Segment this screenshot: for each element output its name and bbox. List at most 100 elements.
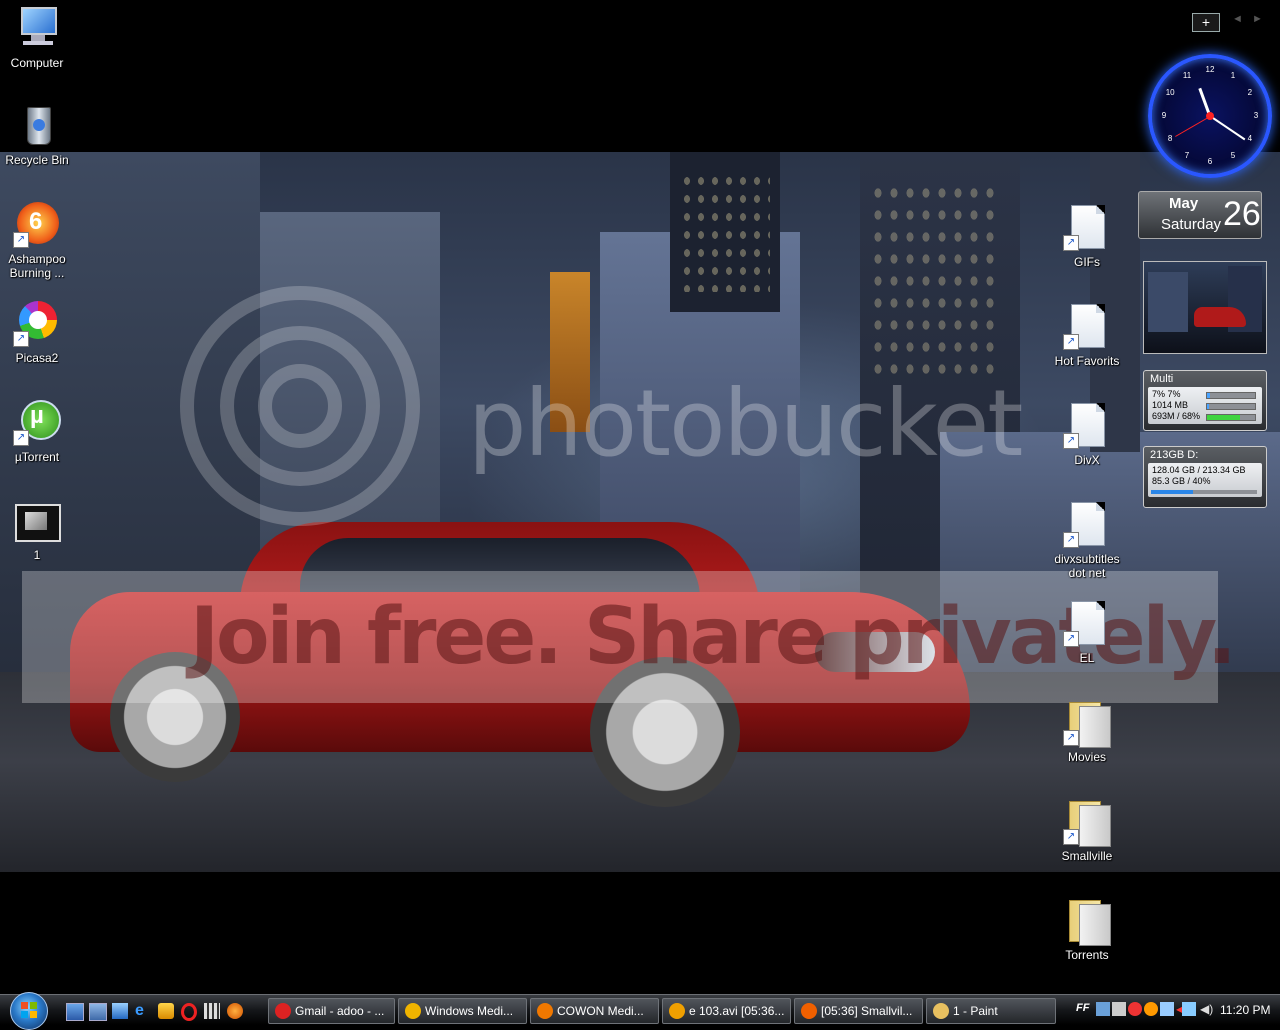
desktop-icon-gifs[interactable]: ↗ GIFs — [1047, 203, 1127, 269]
meter-mem-bar — [1206, 403, 1256, 410]
taskbar-task-button[interactable]: 1 - Paint — [926, 998, 1056, 1024]
chevron-left-icon[interactable]: ◄ — [1232, 13, 1243, 25]
wallpaper-windows — [870, 182, 1000, 382]
utorrent-glyph: µ — [30, 402, 44, 429]
clock-gadget[interactable]: 12 1 2 3 4 5 6 7 8 9 10 11 — [1148, 54, 1272, 178]
utorrent-icon: µ ↗ — [13, 398, 61, 446]
tray-app-icon[interactable] — [1144, 1002, 1158, 1016]
desktop-icon-divxsubtitles[interactable]: ↗ divxsubtitles dot net — [1047, 500, 1127, 580]
clock-number: 10 — [1165, 88, 1175, 97]
shortcut-arrow-icon: ↗ — [1063, 334, 1079, 350]
internet-explorer-icon[interactable]: e — [135, 1003, 151, 1019]
desktop-icon-label: Movies — [1067, 750, 1106, 764]
desktop-icon-movies[interactable]: ↗ Movies — [1047, 698, 1127, 764]
calendar-gadget[interactable]: May Saturday 26 — [1138, 191, 1262, 239]
picasa-icon: ↗ — [13, 299, 61, 347]
media-player-icon[interactable] — [158, 1003, 174, 1019]
watermark-brand: photobucket — [468, 370, 1023, 477]
slideshow-building — [1148, 272, 1188, 332]
meter-pagefile-bar — [1206, 414, 1256, 421]
taskbar-task-label: e 103.avi [05:36... — [689, 1004, 785, 1018]
document-icon: ↗ — [1063, 302, 1111, 350]
clock-second-hand — [1175, 116, 1211, 137]
desktop-icon-ashampoo[interactable]: 6 ↗ Ashampoo Burning ... — [0, 200, 77, 280]
drive-meter-gadget[interactable]: 213GB D: 128.04 GB / 213.34 GB 85.3 GB /… — [1143, 446, 1267, 508]
clock-center — [1206, 112, 1214, 120]
clock-number: 12 — [1205, 65, 1215, 74]
opera-icon[interactable] — [181, 1003, 197, 1021]
meter-row-mem: 1014 MB — [1152, 400, 1258, 411]
taskbar: e Gmail - adoo - ... Windows Medi... COWON… — [0, 992, 1280, 1030]
multi-meter-title: Multi — [1150, 373, 1174, 385]
shortcut-arrow-icon: ↗ — [1063, 730, 1079, 746]
taskbar-task-button[interactable]: e 103.avi [05:36... — [662, 998, 791, 1024]
network-icon[interactable] — [1096, 1002, 1110, 1016]
shortcut-arrow-icon: ↗ — [13, 232, 29, 248]
start-button[interactable] — [10, 992, 48, 1030]
desktop-icon-hot-favorits[interactable]: ↗ Hot Favorits — [1047, 302, 1127, 368]
taskbar-task-button[interactable]: COWON Medi... — [530, 998, 659, 1024]
desktop-icon-computer[interactable]: Computer — [0, 4, 77, 70]
drive-meter-title: 213GB D: — [1150, 449, 1199, 461]
multi-meter-panel: 7% 7% 1014 MB 693M / 68% — [1148, 387, 1262, 424]
desktop-icon-label: EL — [1079, 651, 1095, 665]
meter-cpu-bar — [1206, 392, 1256, 399]
cowon-icon[interactable] — [227, 1003, 243, 1019]
desktop-icon-torrents[interactable]: Torrents — [1047, 896, 1127, 962]
desktop-icon-el[interactable]: ↗ EL — [1047, 599, 1127, 665]
tray-ff-label[interactable]: FF — [1076, 1002, 1089, 1014]
player-icon — [801, 1003, 817, 1019]
clock-number: 4 — [1247, 134, 1253, 143]
slideshow-gadget[interactable] — [1143, 261, 1267, 354]
shortcut-arrow-icon: ↗ — [1063, 433, 1079, 449]
document-icon: ↗ — [1063, 401, 1111, 449]
drive-bar-fill — [1151, 490, 1194, 494]
movie-maker-icon[interactable] — [204, 1003, 220, 1019]
computer-icon[interactable] — [112, 1003, 128, 1019]
volume-icon[interactable]: ◀) — [1200, 1002, 1214, 1016]
desktop-icon-label: Smallville — [1061, 849, 1113, 863]
taskbar-task-button[interactable]: [05:36] Smallvil... — [794, 998, 923, 1024]
folder-icon: ↗ — [1063, 698, 1111, 748]
desktop-icon-label: Picasa2 — [15, 351, 59, 365]
folder-icon — [1063, 896, 1111, 946]
taskbar-task-button[interactable]: Windows Medi... — [398, 998, 527, 1024]
network-connection-icon[interactable] — [1182, 1002, 1196, 1016]
chevron-right-icon[interactable]: ► — [1252, 13, 1263, 25]
image-thumbnail-icon — [13, 504, 61, 552]
security-icon[interactable] — [1128, 1002, 1142, 1016]
drive-bar — [1151, 490, 1257, 494]
taskbar-task-button[interactable]: Gmail - adoo - ... — [268, 998, 395, 1024]
clock-minute-hand — [1209, 115, 1246, 141]
multi-meter-gadget[interactable]: Multi 7% 7% 1014 MB 693M / 68% — [1143, 370, 1267, 431]
meter-mem-text: 1014 MB — [1152, 400, 1189, 410]
meter-row-cpu: 7% 7% — [1152, 389, 1258, 400]
desktop-icon-picasa[interactable]: ↗ Picasa2 — [0, 299, 77, 365]
tray-clock[interactable]: 11:20 PM — [1220, 1003, 1270, 1017]
tray-app-icon[interactable] — [1160, 1002, 1174, 1016]
watermark-logo-ring — [258, 364, 342, 448]
clock-number: 6 — [1207, 157, 1213, 166]
windows-logo-icon — [21, 1002, 37, 1018]
clock-number: 7 — [1184, 150, 1190, 160]
add-gadget-button[interactable]: + — [1192, 13, 1220, 32]
meter-mem-fill — [1207, 404, 1210, 409]
desktop-icon-utorrent[interactable]: µ ↗ µTorrent — [0, 398, 77, 464]
meter-row-pagefile: 693M / 68% — [1152, 411, 1258, 422]
media-player-icon — [405, 1003, 421, 1019]
show-desktop-icon[interactable] — [66, 1003, 84, 1021]
desktop-icon-image-1[interactable]: 1 — [0, 504, 77, 562]
document-icon: ↗ — [1063, 500, 1111, 548]
display-icon[interactable] — [1112, 1002, 1126, 1016]
shortcut-arrow-icon: ↗ — [1063, 235, 1079, 251]
desktop-icon-label: µTorrent — [14, 450, 60, 464]
desktop-icon-smallville[interactable]: ↗ Smallville — [1047, 797, 1127, 863]
desktop-icon-recycle-bin[interactable]: Recycle Bin — [0, 101, 77, 167]
recycle-bin-icon — [13, 101, 61, 149]
switch-windows-icon[interactable] — [89, 1003, 107, 1021]
desktop-icon-label: divxsubtitles dot net — [1054, 552, 1120, 580]
calendar-date: 26 — [1223, 195, 1261, 233]
shortcut-arrow-icon: ↗ — [13, 331, 29, 347]
clock-number: 11 — [1182, 71, 1192, 81]
desktop-icon-divx[interactable]: ↗ DivX — [1047, 401, 1127, 467]
